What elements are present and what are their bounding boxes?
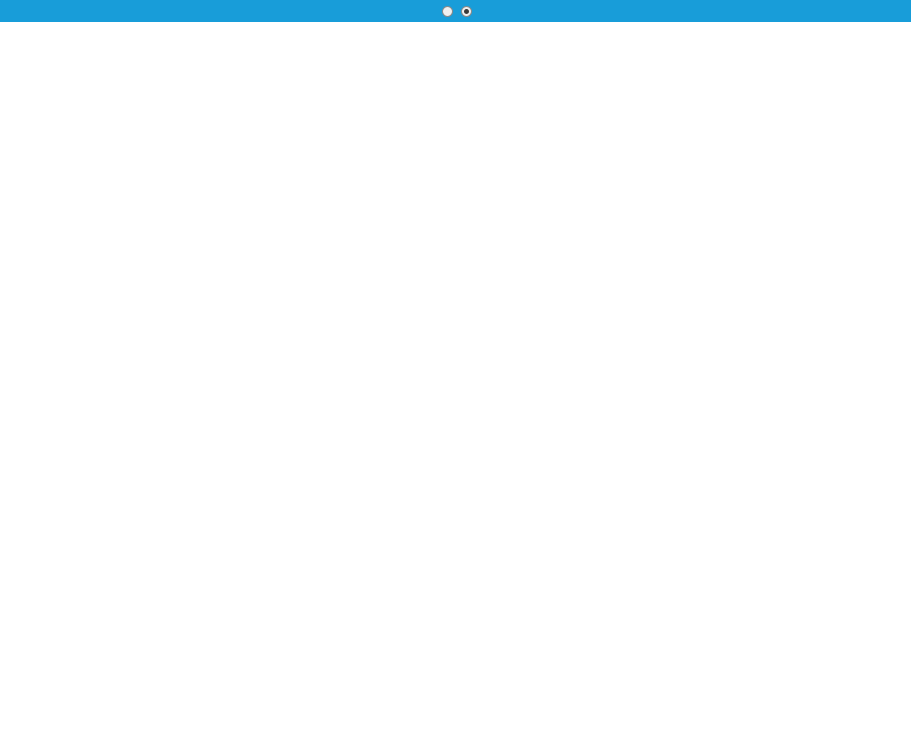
radio-checked-icon bbox=[460, 5, 472, 17]
titlebar bbox=[0, 0, 911, 22]
radio-unchecked-icon bbox=[441, 5, 453, 17]
layout-radio-horizontal[interactable] bbox=[460, 5, 475, 17]
layout-radio-vertical[interactable] bbox=[441, 5, 456, 17]
